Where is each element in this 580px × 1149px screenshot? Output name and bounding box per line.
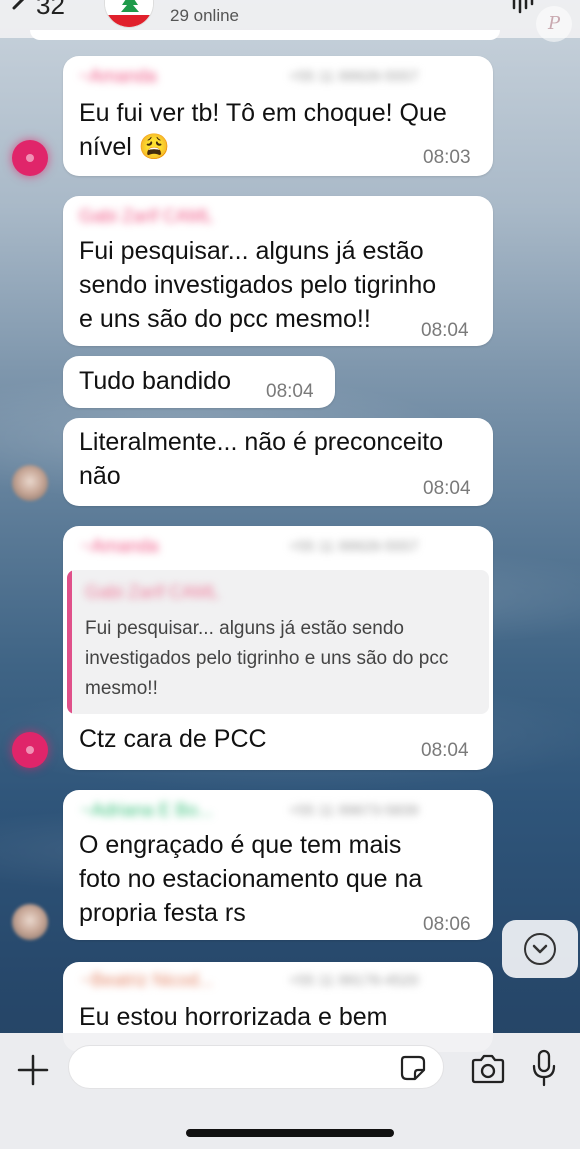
quoted-message[interactable]: Gabi Zarif CAML Fui pesquisar... alguns …: [67, 570, 489, 714]
message-bubble[interactable]: ~Amanda +55 11 99926-5557 Gabi Zarif CAM…: [63, 526, 493, 770]
message-text: Eu fui ver tb! Tô em choque! Que nível 😩: [79, 99, 447, 161]
message-bubble[interactable]: ~Adriana E Bo... +55 11 99673-5839 O eng…: [63, 790, 493, 940]
message-time: 08:04: [421, 320, 469, 341]
home-indicator: [186, 1129, 394, 1137]
previous-bubble-edge: [30, 30, 500, 40]
avatar[interactable]: [12, 732, 48, 768]
message-bubble[interactable]: ~Amanda +55 11 99926-5557 Eu fui ver tb!…: [63, 56, 493, 176]
message-text: Literalmente... não é preconceito não: [79, 428, 444, 490]
message-time: 08:04: [423, 478, 471, 499]
sender-name[interactable]: ~Amanda: [81, 536, 159, 557]
plus-icon[interactable]: [16, 1053, 50, 1087]
message-text: Tudo bandido: [79, 367, 231, 395]
sticker-icon[interactable]: [399, 1054, 427, 1082]
message-text: Fui pesquisar... alguns já estão sendo i…: [79, 237, 437, 333]
message-time: 08:06: [423, 914, 471, 935]
message-text: Ctz cara de PCC: [79, 725, 267, 753]
message-text: Eu estou horrorizada e bem: [79, 1003, 388, 1031]
chevron-down-icon: [524, 933, 556, 965]
avatar[interactable]: [12, 904, 48, 940]
sender-phone: +55 11 99673-5839: [289, 802, 419, 819]
watermark-badge: P: [536, 6, 572, 42]
sender-name[interactable]: ~Beatriz Nicod...: [81, 970, 214, 991]
avatar[interactable]: [12, 140, 48, 176]
composer-bar: [0, 1033, 580, 1149]
audio-waveform-icon[interactable]: [510, 0, 540, 16]
group-avatar[interactable]: [104, 0, 154, 28]
sender-name[interactable]: ~Adriana E Bo...: [81, 800, 213, 821]
chevron-left-icon[interactable]: [6, 0, 34, 20]
message-bubble[interactable]: Literalmente... não é preconceito não 08…: [63, 418, 493, 506]
quote-accent-bar: [67, 570, 72, 714]
sender-phone: +55 11 99926-5557: [289, 538, 419, 555]
online-status: 29 online: [170, 6, 240, 25]
avatar[interactable]: [12, 465, 48, 501]
unread-count[interactable]: 32: [36, 0, 65, 21]
quote-text: Fui pesquisar... alguns já estão sendo i…: [85, 618, 449, 699]
quote-sender: Gabi Zarif CAML: [85, 582, 220, 602]
sender-name[interactable]: ~Amanda: [79, 66, 157, 87]
message-input[interactable]: [68, 1045, 444, 1089]
message-bubble[interactable]: Gabi Zarif CAML Fui pesquisar... alguns …: [63, 196, 493, 346]
camera-icon[interactable]: [470, 1053, 506, 1085]
message-bubble[interactable]: Tudo bandido 08:04: [63, 356, 335, 408]
sender-name[interactable]: Gabi Zarif CAML: [79, 206, 213, 227]
message-time: 08:04: [266, 381, 314, 402]
message-time: 08:04: [421, 740, 469, 761]
message-time: 08:03: [423, 147, 471, 168]
sender-phone: +55 11 99926-5557: [289, 68, 419, 85]
cedar-flag-icon: [105, 0, 153, 27]
microphone-icon[interactable]: [530, 1049, 558, 1089]
sender-phone: +55 11 99176-4520: [289, 972, 419, 989]
message-text: O engraçado é que tem mais foto no estac…: [79, 831, 423, 927]
scroll-to-bottom-button[interactable]: [502, 920, 578, 978]
